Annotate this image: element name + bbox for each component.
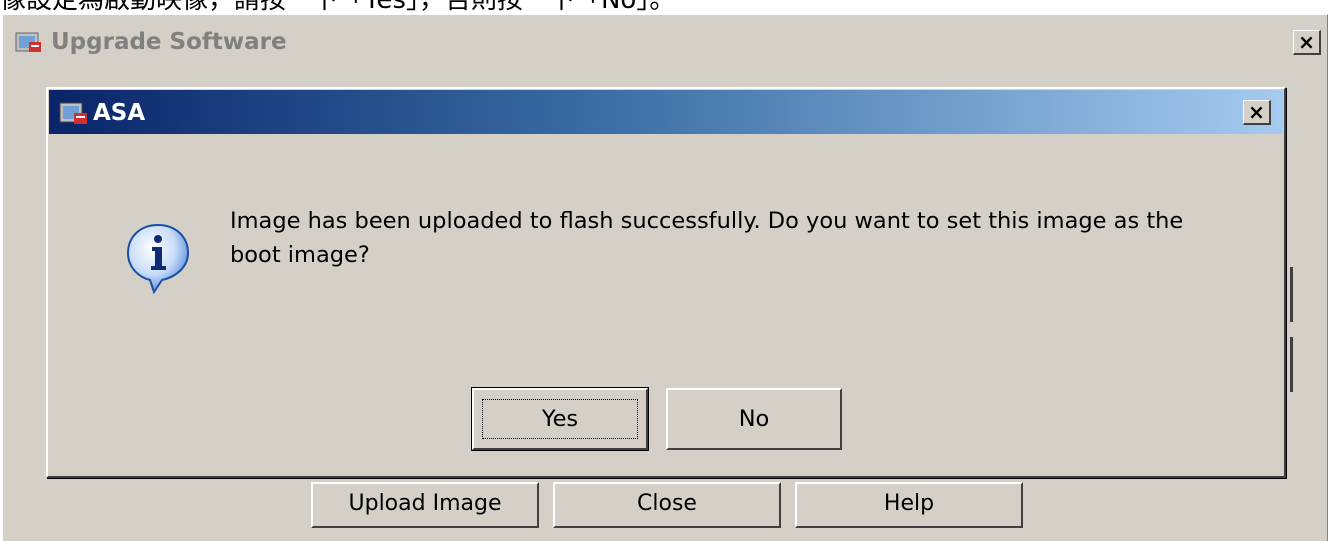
parent-title: Upgrade Software — [51, 29, 287, 55]
caption-text: 像設定為啟動映像，請按一下「Yes」，否則按一下「No」。 — [0, 0, 1331, 14]
close-button[interactable]: Close — [553, 482, 781, 528]
close-icon: × — [1248, 100, 1265, 124]
yes-button[interactable]: Yes — [471, 387, 649, 451]
no-button[interactable]: No — [666, 388, 842, 450]
dialog-message: Image has been uploaded to flash success… — [230, 208, 1184, 268]
dialog-title-bar: ASA × — [49, 90, 1283, 134]
asa-dialog: ASA × Image has been uploaded to flash s… — [46, 87, 1286, 478]
close-icon: × — [1298, 30, 1315, 54]
obscured-fragment — [1290, 267, 1293, 322]
info-icon — [126, 223, 190, 294]
app-icon — [15, 32, 41, 52]
help-button[interactable]: Help — [795, 482, 1023, 528]
no-label: No — [738, 406, 770, 432]
dialog-close-button[interactable]: × — [1243, 100, 1271, 125]
parent-title-bar: Upgrade Software × — [3, 15, 1327, 59]
app-icon — [59, 102, 87, 124]
parent-close-button[interactable]: × — [1293, 30, 1321, 55]
upload-image-button[interactable]: Upload Image — [311, 482, 539, 528]
focus-rectangle — [482, 399, 638, 439]
dialog-title: ASA — [93, 100, 146, 126]
obscured-fragment — [1290, 337, 1293, 392]
